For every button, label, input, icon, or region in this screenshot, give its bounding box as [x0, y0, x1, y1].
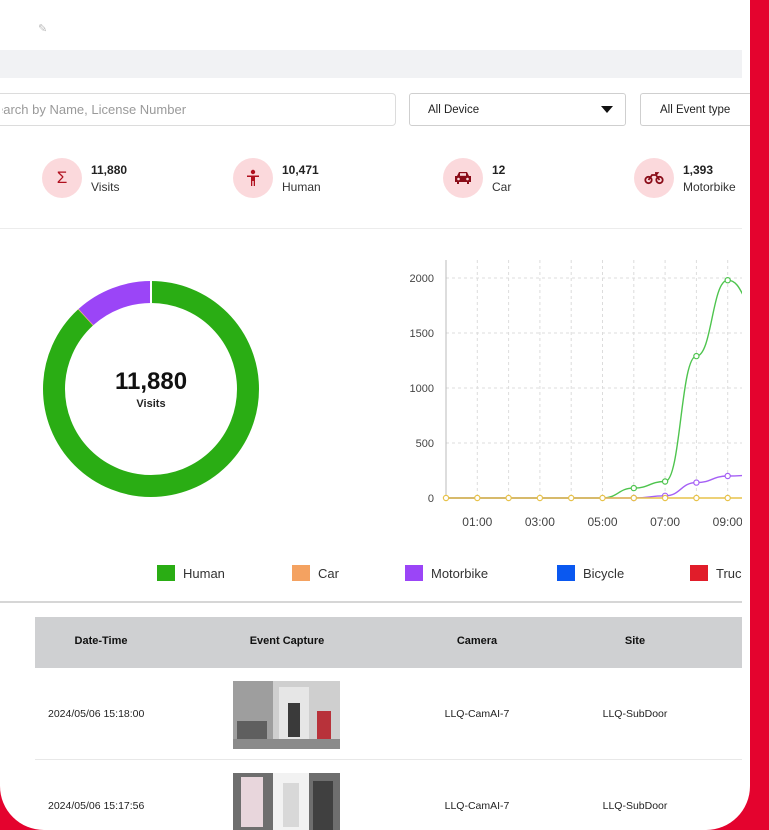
legend-swatch [557, 565, 575, 581]
x-tick-label: 01:00 [462, 515, 492, 529]
legend-item-motorbike[interactable]: Motorbike [405, 565, 488, 581]
donut-total: 11,880 [114, 368, 188, 395]
data-point-car[interactable] [505, 494, 512, 502]
data-point-car[interactable] [599, 494, 606, 502]
motorbike-icon [634, 158, 674, 198]
legend-swatch [157, 565, 175, 581]
table-row[interactable]: 2024/05/06 15:17:56 LLQ-CamAI-7 LLQ-SubD… [35, 760, 742, 830]
data-point-car[interactable] [724, 494, 731, 502]
cell-camera: LLQ-CamAI-7 [444, 800, 510, 812]
table-row[interactable]: 2024/05/06 15:18:00 LLQ-CamAI-7 LLQ-SubD… [35, 668, 742, 760]
donut-center: 11,880 Visits [42, 368, 260, 410]
stat-value: 10,471 [282, 163, 319, 177]
cell-site: LLQ-SubDoor [602, 800, 668, 812]
x-tick-label: 03:00 [525, 515, 555, 529]
device-select-value: All Device [428, 103, 480, 116]
x-tick-label: 07:00 [650, 515, 680, 529]
stat-motorbike: 1,393 Motorbike [634, 157, 736, 198]
data-point-car[interactable] [567, 494, 575, 502]
divider [0, 601, 742, 603]
data-point-motorbike[interactable] [724, 472, 731, 480]
y-tick-label: 0 [428, 493, 434, 505]
cell-camera: LLQ-CamAI-7 [444, 708, 510, 720]
stat-car: 12 Car [443, 157, 511, 198]
table-header: Date-Time Event Capture Camera Site [35, 617, 742, 668]
donut-label: Visits [136, 398, 166, 410]
device-select[interactable]: All Device [409, 93, 626, 126]
cell-site: LLQ-SubDoor [602, 708, 668, 720]
car-icon [443, 158, 483, 198]
legend-item-car[interactable]: Car [292, 565, 339, 581]
legend-item-truck[interactable]: Truc [690, 565, 742, 581]
dashboard-card: ✎ All Device All Event type Σ 11,880 Vis… [0, 0, 750, 830]
data-point-car[interactable] [630, 494, 637, 502]
search-box[interactable] [0, 93, 396, 126]
data-point-human[interactable] [724, 277, 731, 284]
legend-label: Truc [716, 565, 742, 581]
chart-legend: Human Car Motorbike Bicycle Truc [0, 565, 742, 585]
data-point-car[interactable] [693, 494, 700, 502]
pencil-icon: ✎ [38, 23, 48, 35]
stat-label: Human [282, 180, 321, 194]
legend-label: Human [183, 565, 225, 581]
stat-human: 10,471 Human [233, 157, 321, 198]
data-point-human[interactable] [630, 484, 637, 492]
y-tick-label: 1000 [410, 383, 434, 395]
event-capture-thumbnail[interactable] [233, 681, 340, 749]
cell-datetime: 2024/05/06 15:17:56 [48, 800, 145, 812]
stat-label: Visits [91, 180, 120, 194]
divider [0, 228, 742, 229]
data-point-human[interactable] [661, 478, 669, 485]
data-point-motorbike[interactable] [693, 479, 700, 486]
stat-label: Motorbike [683, 180, 736, 194]
column-header-event-capture[interactable]: Event Capture [250, 635, 325, 647]
column-header-camera[interactable]: Camera [457, 635, 497, 647]
y-tick-label: 2000 [410, 273, 434, 285]
top-bar [0, 50, 742, 78]
stat-value: 1,393 [683, 163, 714, 177]
column-header-datetime[interactable]: Date-Time [75, 635, 128, 647]
search-input[interactable] [2, 94, 395, 125]
legend-label: Car [318, 565, 339, 581]
legend-swatch [405, 565, 423, 581]
series-line-human [446, 279, 742, 499]
data-point-car[interactable] [661, 494, 669, 502]
x-tick-label: 09:00 [713, 515, 742, 529]
y-tick-label: 1500 [410, 328, 434, 340]
event-type-select-value: All Event type [660, 103, 731, 116]
data-point-car[interactable] [536, 494, 544, 502]
legend-label: Motorbike [431, 565, 489, 581]
data-point-human[interactable] [693, 352, 700, 360]
event-type-select[interactable]: All Event type [640, 93, 750, 126]
stat-value: 12 [492, 163, 506, 177]
sigma-icon: Σ [42, 158, 82, 198]
x-tick-label: 05:00 [587, 515, 617, 529]
cell-datetime: 2024/05/06 15:18:00 [48, 708, 145, 720]
data-point-car[interactable] [474, 494, 481, 502]
legend-swatch [690, 565, 708, 581]
person-icon [233, 158, 273, 198]
stat-visits: Σ 11,880 Visits [42, 157, 127, 198]
stat-label: Car [492, 180, 512, 194]
caret-down-icon [601, 106, 613, 113]
legend-item-bicycle[interactable]: Bicycle [557, 565, 624, 581]
y-tick-label: 500 [416, 438, 434, 450]
series-line-motorbike [446, 474, 742, 499]
hourly-line-chart: 0 500 1000 1500 2000 01:00 03:00 05:00 07:00 09:0… [410, 260, 742, 529]
legend-item-human[interactable]: Human [157, 565, 225, 581]
legend-swatch [292, 565, 310, 581]
data-point-car[interactable] [442, 494, 450, 502]
legend-label: Bicycle [583, 565, 625, 581]
column-header-site[interactable]: Site [625, 635, 645, 647]
event-capture-thumbnail[interactable] [233, 773, 340, 830]
stat-value: 11,880 [91, 163, 128, 177]
